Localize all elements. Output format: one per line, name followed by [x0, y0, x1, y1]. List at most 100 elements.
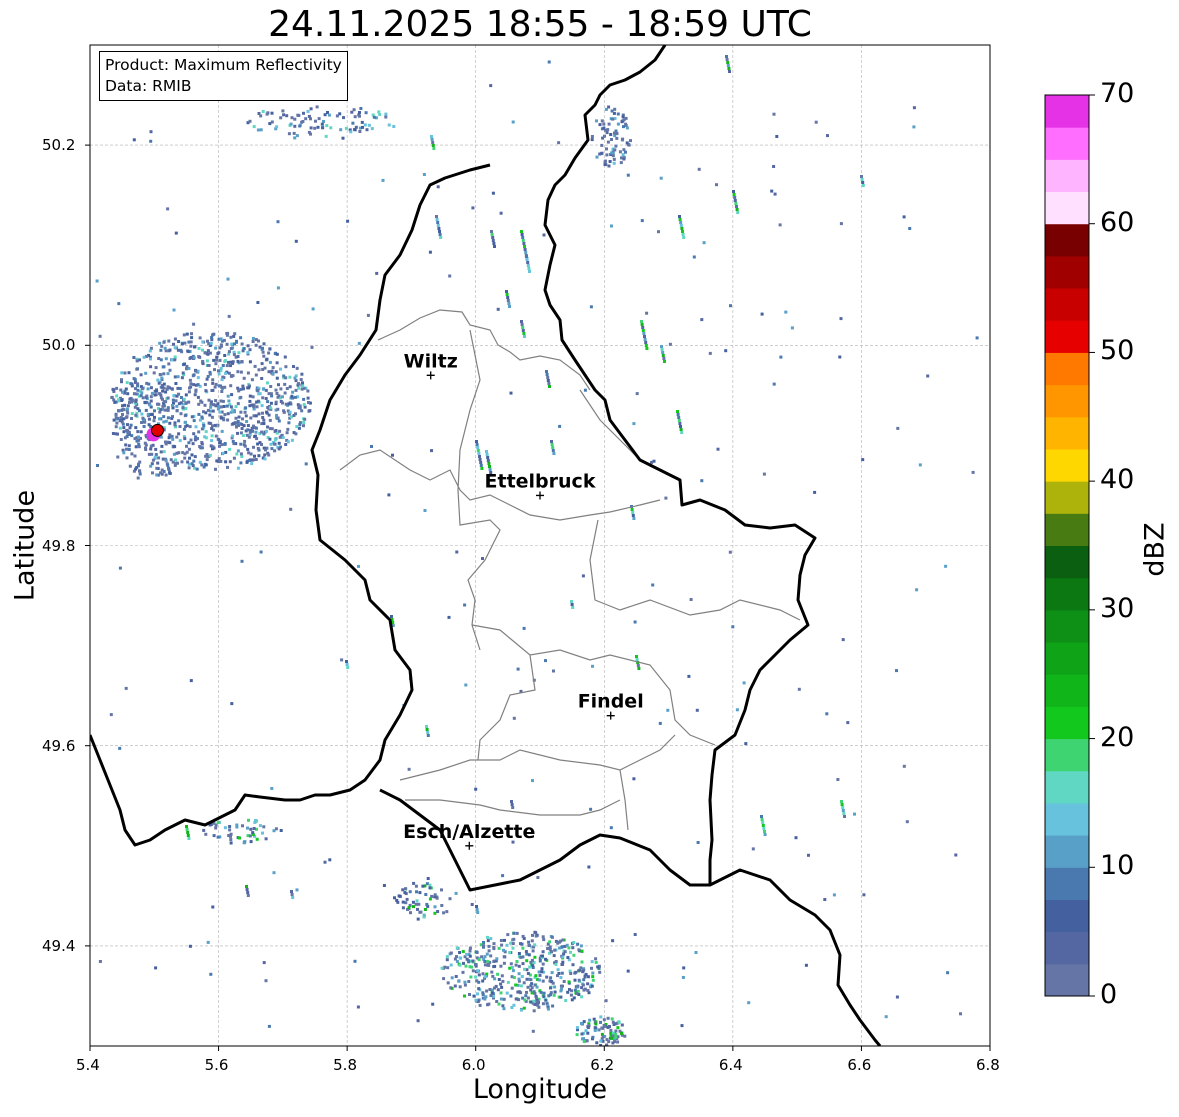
echo-pixel: [378, 113, 382, 116]
echo-pixel: [262, 387, 266, 391]
echo-pixel: [265, 112, 269, 116]
echo-pixel: [239, 410, 243, 414]
echo-pixel: [157, 381, 161, 385]
echo-pixel: [522, 332, 526, 335]
echo-pixel: [155, 466, 159, 470]
echo-pixel: [991, 764, 994, 767]
echo-pixel: [187, 837, 191, 840]
echo-pixel: [497, 1002, 501, 1006]
echo-pixel: [519, 1008, 523, 1012]
echo-pixel: [797, 687, 801, 691]
echo-pixel: [342, 116, 345, 120]
echo-pixel: [266, 381, 269, 385]
echo-pixel: [252, 445, 255, 449]
echo-pixel: [236, 449, 240, 453]
echo-pixel: [528, 270, 531, 273]
echo-pixel: [491, 191, 495, 195]
echo-pixel: [541, 979, 545, 983]
echo-pixel: [735, 708, 739, 712]
echo-pixel: [403, 891, 407, 895]
echo-pixel: [125, 456, 129, 460]
echo-pixel: [761, 821, 765, 824]
echo-pixel: [861, 458, 865, 462]
echo-pixel: [716, 447, 720, 451]
echo-pixel: [530, 958, 534, 962]
echo-pixel: [198, 418, 202, 422]
echo-pixel: [468, 965, 472, 969]
echo-pixel: [166, 463, 170, 467]
echo-pixel: [591, 1035, 595, 1039]
echo-pixel: [240, 360, 244, 363]
echo-pixel: [125, 381, 129, 385]
echo-pixel: [321, 126, 325, 130]
echo-pixel: [117, 398, 121, 402]
echo-pixel: [896, 426, 900, 430]
echo-pixel: [613, 107, 617, 111]
echo-pixel: [436, 224, 440, 227]
echo-pixel: [134, 398, 138, 402]
echo-pixel: [193, 393, 197, 397]
echo-pixel: [208, 453, 212, 457]
echo-pixel: [175, 409, 179, 412]
echo-pixel: [614, 144, 618, 148]
echo-pixel: [188, 378, 192, 382]
echo-pixel: [269, 406, 273, 410]
echo-pixel: [218, 441, 222, 445]
echo-pixel: [732, 190, 735, 193]
echo-pixel: [623, 1034, 627, 1038]
echo-pixel: [611, 154, 615, 158]
echo-pixel: [569, 993, 573, 997]
echo-pixel: [173, 337, 177, 341]
echo-pixel: [290, 893, 294, 896]
echo-pixel: [228, 825, 232, 828]
echo-pixel: [275, 352, 279, 356]
echo-pixel: [209, 402, 213, 406]
echo-pixel: [270, 111, 274, 115]
echo-pixel: [214, 399, 218, 403]
echo-pixel: [784, 310, 788, 314]
echo-pixel: [262, 432, 266, 436]
echo-pixel: [254, 414, 258, 418]
echo-pixel: [240, 427, 244, 430]
echo-pixel: [506, 933, 510, 937]
echo-pixel: [480, 467, 484, 470]
echo-pixel: [174, 462, 178, 466]
echo-pixel: [491, 974, 495, 978]
echo-pixel: [533, 930, 537, 934]
echo-pixel: [576, 984, 580, 988]
echo-pixel: [184, 420, 187, 424]
echo-pixel: [468, 946, 472, 950]
echo-pixel: [680, 1024, 684, 1028]
colorbar-tick-label: 0: [1100, 979, 1118, 1010]
echo-pixel: [178, 439, 182, 443]
echo-pixel: [534, 974, 538, 978]
echo-pixel: [645, 347, 649, 350]
echo-pixel: [582, 978, 586, 982]
echo-pixel: [276, 220, 280, 224]
echo-pixel: [256, 301, 260, 304]
echo-pixel: [676, 410, 679, 413]
echo-pixel: [293, 117, 297, 121]
echo-pixel: [611, 939, 615, 943]
echo-pixel: [126, 411, 130, 415]
echo-pixel: [185, 364, 189, 368]
echo-pixel: [194, 425, 198, 429]
echo-pixel: [142, 355, 146, 359]
echo-pixel: [192, 419, 196, 423]
echo-pixel: [608, 1025, 611, 1028]
echo-pixel: [405, 897, 409, 901]
echo-pixel: [539, 990, 543, 994]
echo-pixel: [365, 128, 369, 132]
echo-pixel: [270, 787, 274, 790]
echo-pixel: [173, 423, 177, 427]
echo-pixel: [455, 550, 459, 554]
echo-pixel: [162, 372, 166, 376]
echo-pixel: [278, 429, 282, 433]
echo-pixel: [458, 951, 462, 954]
echo-pixel: [125, 447, 128, 451]
echo-pixel: [610, 109, 614, 113]
echo-pixel: [581, 983, 585, 987]
echo-pixel: [149, 413, 153, 416]
echo-pixel: [98, 334, 102, 338]
echo-pixel: [211, 378, 215, 382]
